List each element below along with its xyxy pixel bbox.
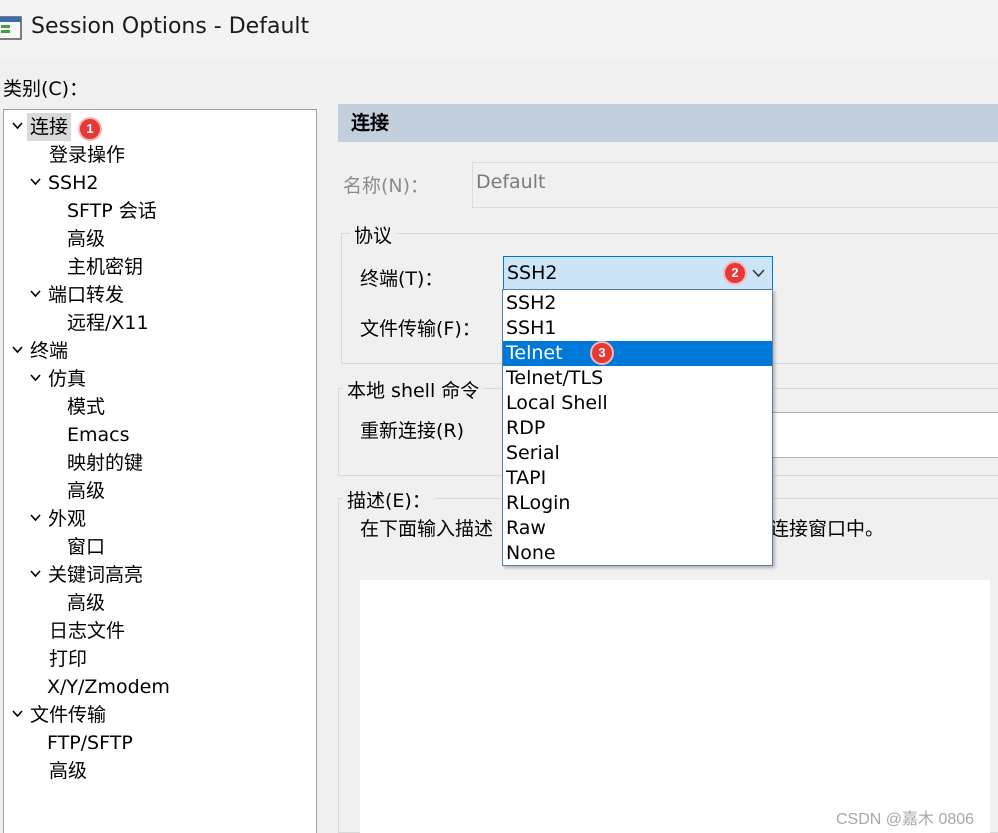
terminal-label: 终端(T)： — [360, 268, 444, 290]
option-raw[interactable]: Raw — [503, 516, 772, 541]
protocol-group-title: 协议 — [350, 221, 397, 248]
app-icon — [0, 16, 22, 40]
tree-item-host-keys[interactable]: 主机密钥 — [67, 253, 143, 281]
annotation-badge-3: 3 — [590, 341, 614, 365]
option-rlogin[interactable]: RLogin — [503, 491, 772, 516]
tree-item-window[interactable]: 窗口 — [67, 533, 105, 561]
tree-item-emulation-advanced[interactable]: 高级 — [67, 477, 105, 505]
tree-item-log-file[interactable]: 日志文件 — [49, 617, 125, 645]
option-telnet-tls[interactable]: Telnet/TLS — [503, 366, 772, 391]
chevron-down-icon[interactable] — [30, 514, 41, 522]
watermark: CSDN @嘉木 0806 — [836, 811, 975, 828]
window-title: Session Options - Default — [31, 14, 310, 39]
chevron-down-icon[interactable] — [30, 374, 41, 382]
option-tapi[interactable]: TAPI — [503, 466, 772, 491]
option-telnet[interactable]: Telnet — [503, 341, 772, 366]
tree-item-ftp-sftp[interactable]: FTP/SFTP — [47, 729, 133, 757]
tree-item-file-transfer[interactable]: 文件传输 — [12, 701, 106, 729]
tree-item-appearance[interactable]: 外观 — [30, 505, 86, 533]
protocol-dropdown-list[interactable]: SSH2 SSH1 Telnet Telnet/TLS Local Shell … — [502, 289, 773, 566]
name-field: Default — [472, 162, 998, 208]
tree-item-logon-actions[interactable]: 登录操作 — [49, 141, 125, 169]
annotation-badge-1: 1 — [78, 117, 102, 141]
tree-item-highlight-advanced[interactable]: 高级 — [67, 589, 105, 617]
tree-item-sftp-session[interactable]: SFTP 会话 — [67, 197, 157, 225]
tree-item-connection[interactable]: 连接 — [12, 113, 72, 141]
file-transfer-label: 文件传输(F)： — [360, 318, 481, 340]
description-hint-start: 在下面输入描述 — [360, 518, 494, 540]
option-local-shell[interactable]: Local Shell — [503, 391, 772, 416]
tree-item-printing[interactable]: 打印 — [49, 645, 87, 673]
description-textarea[interactable] — [360, 580, 990, 833]
tree-item-emacs[interactable]: Emacs — [67, 421, 130, 449]
tree-item-mapped-keys[interactable]: 映射的键 — [67, 449, 143, 477]
tree-item-terminal[interactable]: 终端 — [12, 337, 68, 365]
reconnect-field[interactable] — [772, 412, 998, 458]
tree-item-modes[interactable]: 模式 — [67, 393, 105, 421]
option-serial[interactable]: Serial — [503, 441, 772, 466]
annotation-badge-2: 2 — [723, 261, 747, 285]
chevron-down-icon[interactable] — [30, 290, 41, 298]
tree-item-ssh2-advanced[interactable]: 高级 — [67, 225, 105, 253]
chevron-down-icon[interactable] — [30, 570, 41, 578]
tree-item-remote-x11[interactable]: 远程/X11 — [67, 309, 149, 337]
description-group-title: 描述(E)： — [343, 486, 435, 513]
chevron-down-icon[interactable] — [12, 346, 23, 354]
title-bar: Session Options - Default — [0, 0, 998, 58]
chevron-down-icon[interactable] — [12, 710, 23, 718]
category-tree[interactable]: 连接 1 登录操作 SSH2 SFTP 会话 高级 主机密钥 端口转发 远程/X… — [3, 109, 317, 833]
chevron-down-icon[interactable] — [12, 122, 23, 130]
option-ssh1[interactable]: SSH1 — [503, 316, 772, 341]
option-none[interactable]: None — [503, 541, 772, 566]
tree-item-keyword-highlight[interactable]: 关键词高亮 — [30, 561, 143, 589]
chevron-down-icon[interactable] — [30, 178, 41, 186]
tree-item-emulation[interactable]: 仿真 — [30, 365, 86, 393]
tree-item-xyzmodem[interactable]: X/Y/Zmodem — [47, 673, 170, 701]
tree-item-ssh2[interactable]: SSH2 — [30, 169, 99, 197]
name-label: 名称(N)： — [343, 175, 430, 197]
local-shell-group-title: 本地 shell 命令 — [343, 376, 484, 403]
category-label: 类别(C)： — [3, 78, 89, 100]
reconnect-label[interactable]: 重新连接(R) — [360, 416, 464, 443]
tree-item-transfer-advanced[interactable]: 高级 — [49, 757, 87, 785]
option-ssh2[interactable]: SSH2 — [503, 291, 772, 316]
terminal-selected-value: SSH2 — [507, 262, 558, 284]
option-rdp[interactable]: RDP — [503, 416, 772, 441]
panel-header: 连接 — [338, 104, 998, 142]
chevron-down-icon[interactable] — [752, 269, 765, 278]
tree-item-port-forwarding[interactable]: 端口转发 — [30, 281, 124, 309]
description-hint-end: 连接窗口中。 — [770, 518, 885, 540]
